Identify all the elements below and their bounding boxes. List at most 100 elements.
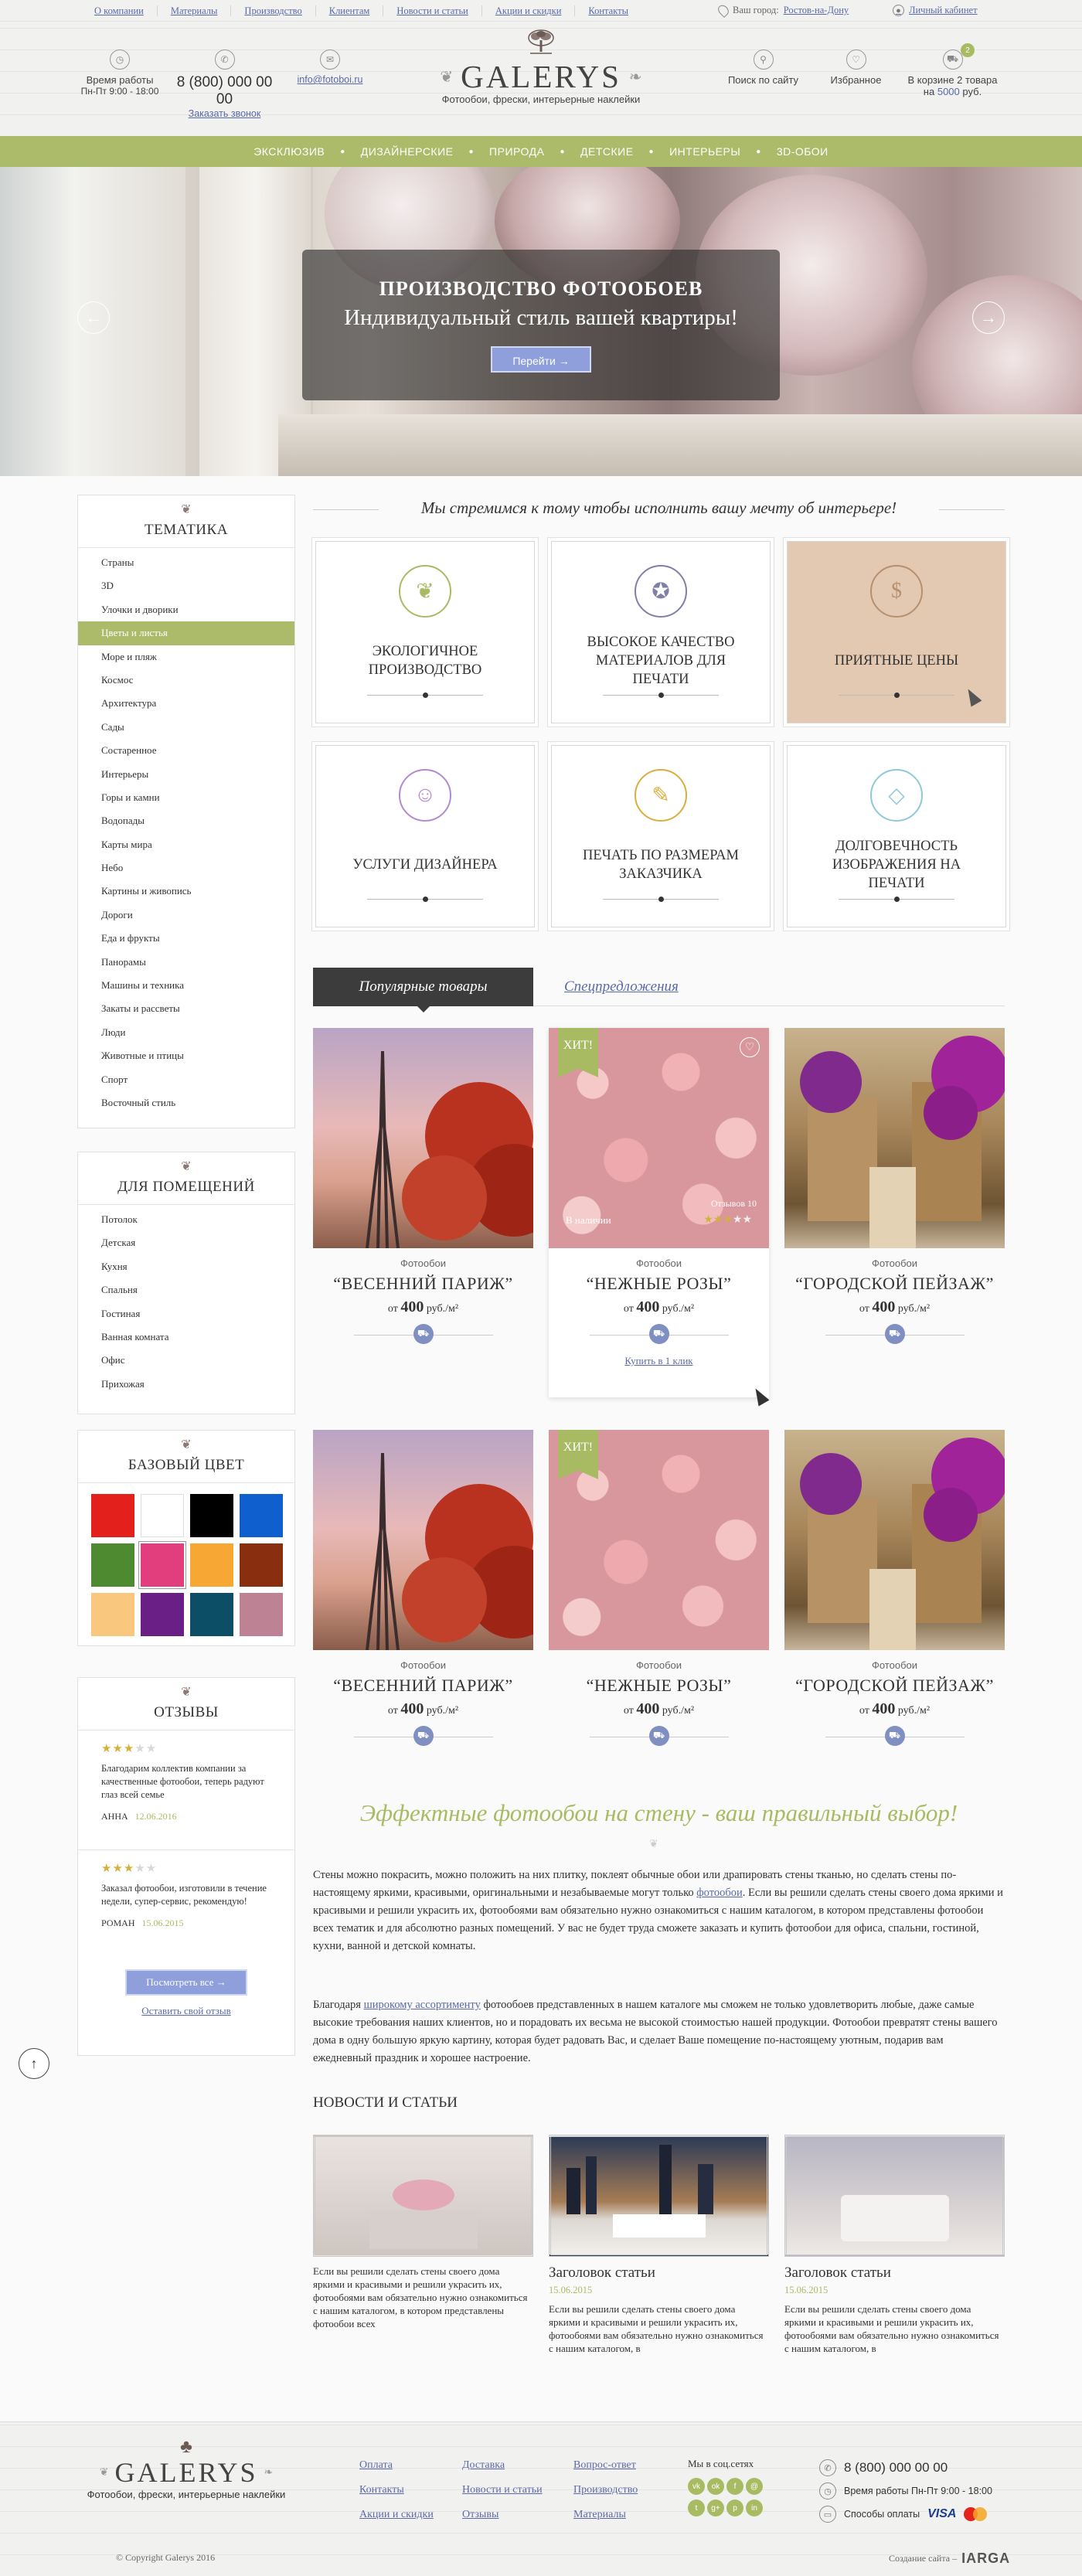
topnav-news[interactable]: Новости и статьи xyxy=(383,5,482,16)
topnav-contacts[interactable]: Контакты xyxy=(575,5,641,16)
news-image[interactable] xyxy=(784,2135,1005,2257)
scroll-top-button[interactable]: ↑ xyxy=(19,2048,49,2079)
product-card[interactable]: ХИТ! Фотообои “НЕЖНЫЕ РОЗЫ” от 400 руб./… xyxy=(549,1430,769,1747)
product-name[interactable]: “ВЕСЕННИЙ ПАРИЖ” xyxy=(313,1676,533,1696)
city-selector[interactable]: Ваш город: Ростов-на-Дону xyxy=(716,2,849,19)
news-item-title[interactable]: Заголовок статьи xyxy=(784,2265,1005,2282)
color-swatch[interactable] xyxy=(190,1543,233,1587)
theme-item[interactable]: Горы и камни xyxy=(78,786,294,809)
footer-phone[interactable]: 8 (800) 000 00 00 xyxy=(844,2460,948,2476)
tab-special[interactable]: Спецпредложения xyxy=(564,978,679,995)
feature-card[interactable]: ❦ ЭКОЛОГИЧНОЕ ПРОИЗВОДСТВО xyxy=(315,541,535,723)
footer-logo[interactable]: ♣ ❦ GALERYS ❧ Фотообои, фрески, интерьер… xyxy=(77,2438,295,2500)
news-image[interactable] xyxy=(549,2135,769,2257)
menu-kids[interactable]: ДЕТСКИЕ xyxy=(565,145,649,158)
footer-link-contacts[interactable]: Контакты xyxy=(359,2478,434,2503)
cart-icon[interactable]: ⛟ xyxy=(648,1726,669,1746)
news-item-title[interactable]: Заголовок статьи xyxy=(549,2265,769,2282)
product-name[interactable]: “ГОРОДСКОЙ ПЕЙЗАЖ” xyxy=(784,1274,1005,1294)
tab-popular[interactable]: Популярные товары xyxy=(313,968,533,1006)
footer-link-promo[interactable]: Акции и скидки xyxy=(359,2503,434,2527)
seo-p2-link[interactable]: широкому ассортименту xyxy=(364,1999,481,2011)
search-label[interactable]: Поиск по сайту xyxy=(719,74,808,86)
theme-item[interactable]: Люди xyxy=(78,1021,294,1044)
mail-ru-icon[interactable]: @ xyxy=(746,2478,763,2495)
footer-link-delivery[interactable]: Доставка xyxy=(462,2453,543,2478)
theme-item[interactable]: Водопады xyxy=(78,809,294,832)
product-name[interactable]: “НЕЖНЫЕ РОЗЫ” xyxy=(549,1676,769,1696)
topnav-production[interactable]: Производство xyxy=(231,5,316,16)
footer-link-faq[interactable]: Вопрос-ответ xyxy=(573,2453,638,2478)
leave-review-link[interactable]: Оставить свой отзыв xyxy=(78,2005,294,2017)
cart-block[interactable]: ⛟ 2 В корзине 2 товара на 5000 руб. xyxy=(900,43,1005,97)
facebook-icon[interactable]: f xyxy=(726,2478,743,2495)
menu-exclusive[interactable]: ЭКСКЛЮЗИВ xyxy=(238,145,340,158)
product-card[interactable]: Фотообои “ВЕСЕННИЙ ПАРИЖ” от 400 руб./м²… xyxy=(313,1028,533,1346)
room-item[interactable]: Детская xyxy=(78,1231,294,1254)
cart-summary[interactable]: В корзине 2 товара xyxy=(900,74,1005,86)
room-item[interactable]: Потолок xyxy=(78,1208,294,1231)
product-image[interactable] xyxy=(784,1430,1005,1650)
room-item[interactable]: Гостиная xyxy=(78,1302,294,1325)
seo-p1-link[interactable]: фотообои xyxy=(696,1887,743,1899)
theme-item[interactable]: Сады xyxy=(78,716,294,739)
color-swatch[interactable] xyxy=(141,1494,184,1537)
hero-go-button[interactable]: Перейти → xyxy=(491,346,591,373)
odnoklassniki-icon[interactable]: ok xyxy=(707,2478,724,2495)
account-link[interactable]: ● Личный кабинет xyxy=(893,5,978,16)
menu-3d[interactable]: 3D-ОБОИ xyxy=(761,145,844,158)
search-block[interactable]: ⚲ Поиск по сайту xyxy=(719,49,808,86)
theme-item[interactable]: 3D xyxy=(78,574,294,597)
studio-credit[interactable]: Создание сайта – IARGA xyxy=(889,2550,1010,2567)
cart-icon[interactable]: ⛟ xyxy=(413,1726,434,1746)
theme-item[interactable]: Закаты и рассветы xyxy=(78,997,294,1020)
theme-item[interactable]: Животные и птицы xyxy=(78,1044,294,1067)
topnav-promo[interactable]: Акции и скидки xyxy=(482,5,576,16)
theme-item-active[interactable]: Цветы и листья xyxy=(78,621,294,645)
product-image[interactable] xyxy=(784,1028,1005,1248)
cart-icon[interactable]: ⛟ xyxy=(648,1324,669,1344)
product-card[interactable]: Фотообои “ГОРОДСКОЙ ПЕЙЗАЖ” от 400 руб./… xyxy=(784,1430,1005,1747)
color-swatch[interactable] xyxy=(190,1494,233,1537)
topnav-clients[interactable]: Клиентам xyxy=(316,5,384,16)
callback-link[interactable]: Заказать звонок xyxy=(168,108,281,119)
product-image[interactable]: ХИТ! xyxy=(549,1430,769,1650)
color-swatch[interactable] xyxy=(141,1593,184,1636)
theme-item[interactable]: Дороги xyxy=(78,903,294,927)
google-plus-icon[interactable]: g+ xyxy=(707,2499,724,2516)
theme-item[interactable]: Архитектура xyxy=(78,692,294,715)
room-item[interactable]: Офис xyxy=(78,1349,294,1372)
buy-one-click-link[interactable]: Купить в 1 клик xyxy=(549,1355,769,1367)
color-swatch[interactable] xyxy=(190,1593,233,1636)
color-swatch[interactable] xyxy=(139,1542,185,1588)
instagram-icon[interactable]: in xyxy=(746,2499,763,2516)
menu-interiors[interactable]: ИНТЕРЬЕРЫ xyxy=(654,145,756,158)
theme-item[interactable]: Восточный стиль xyxy=(78,1091,294,1114)
theme-item[interactable]: Состаренное xyxy=(78,739,294,762)
color-swatch[interactable] xyxy=(91,1543,134,1587)
vk-icon[interactable]: vk xyxy=(688,2478,705,2495)
heart-icon[interactable]: ♡ xyxy=(740,1037,760,1057)
theme-item[interactable]: Море и пляж xyxy=(78,645,294,669)
hero-prev-arrow-icon[interactable]: ← xyxy=(77,301,110,334)
product-name[interactable]: “ГОРОДСКОЙ ПЕЙЗАЖ” xyxy=(784,1676,1005,1696)
news-image[interactable] xyxy=(313,2135,533,2257)
color-swatch[interactable] xyxy=(240,1593,283,1636)
theme-item[interactable]: Панорамы xyxy=(78,951,294,974)
product-name[interactable]: “ВЕСЕННИЙ ПАРИЖ” xyxy=(313,1274,533,1294)
color-swatch[interactable] xyxy=(91,1494,134,1537)
news-item[interactable]: Заголовок статьи 15.06.2015 Если вы реши… xyxy=(549,2135,769,2355)
favorites-label[interactable]: Избранное xyxy=(819,74,893,86)
theme-item[interactable]: Машины и техника xyxy=(78,974,294,997)
header-phone[interactable]: 8 (800) 000 00 00 xyxy=(168,74,281,108)
news-item[interactable]: Заголовок статьи 15.06.2015 Если вы реши… xyxy=(784,2135,1005,2355)
twitter-icon[interactable]: t xyxy=(688,2499,705,2516)
menu-nature[interactable]: ПРИРОДА xyxy=(474,145,560,158)
feature-card[interactable]: ✎ ПЕЧАТЬ ПО РАЗМЕРАМ ЗАКАЗЧИКА xyxy=(551,745,771,927)
product-card[interactable]: Фотообои “ГОРОДСКОЙ ПЕЙЗАЖ” от 400 руб./… xyxy=(784,1028,1005,1346)
footer-link-materials[interactable]: Материалы xyxy=(573,2503,638,2527)
all-reviews-button[interactable]: Посмотреть все → xyxy=(125,1969,247,1996)
topnav-about[interactable]: О компании xyxy=(81,5,158,16)
color-swatch[interactable] xyxy=(91,1593,134,1636)
feature-card[interactable]: ☺ УСЛУГИ ДИЗАЙНЕРА xyxy=(315,745,535,927)
